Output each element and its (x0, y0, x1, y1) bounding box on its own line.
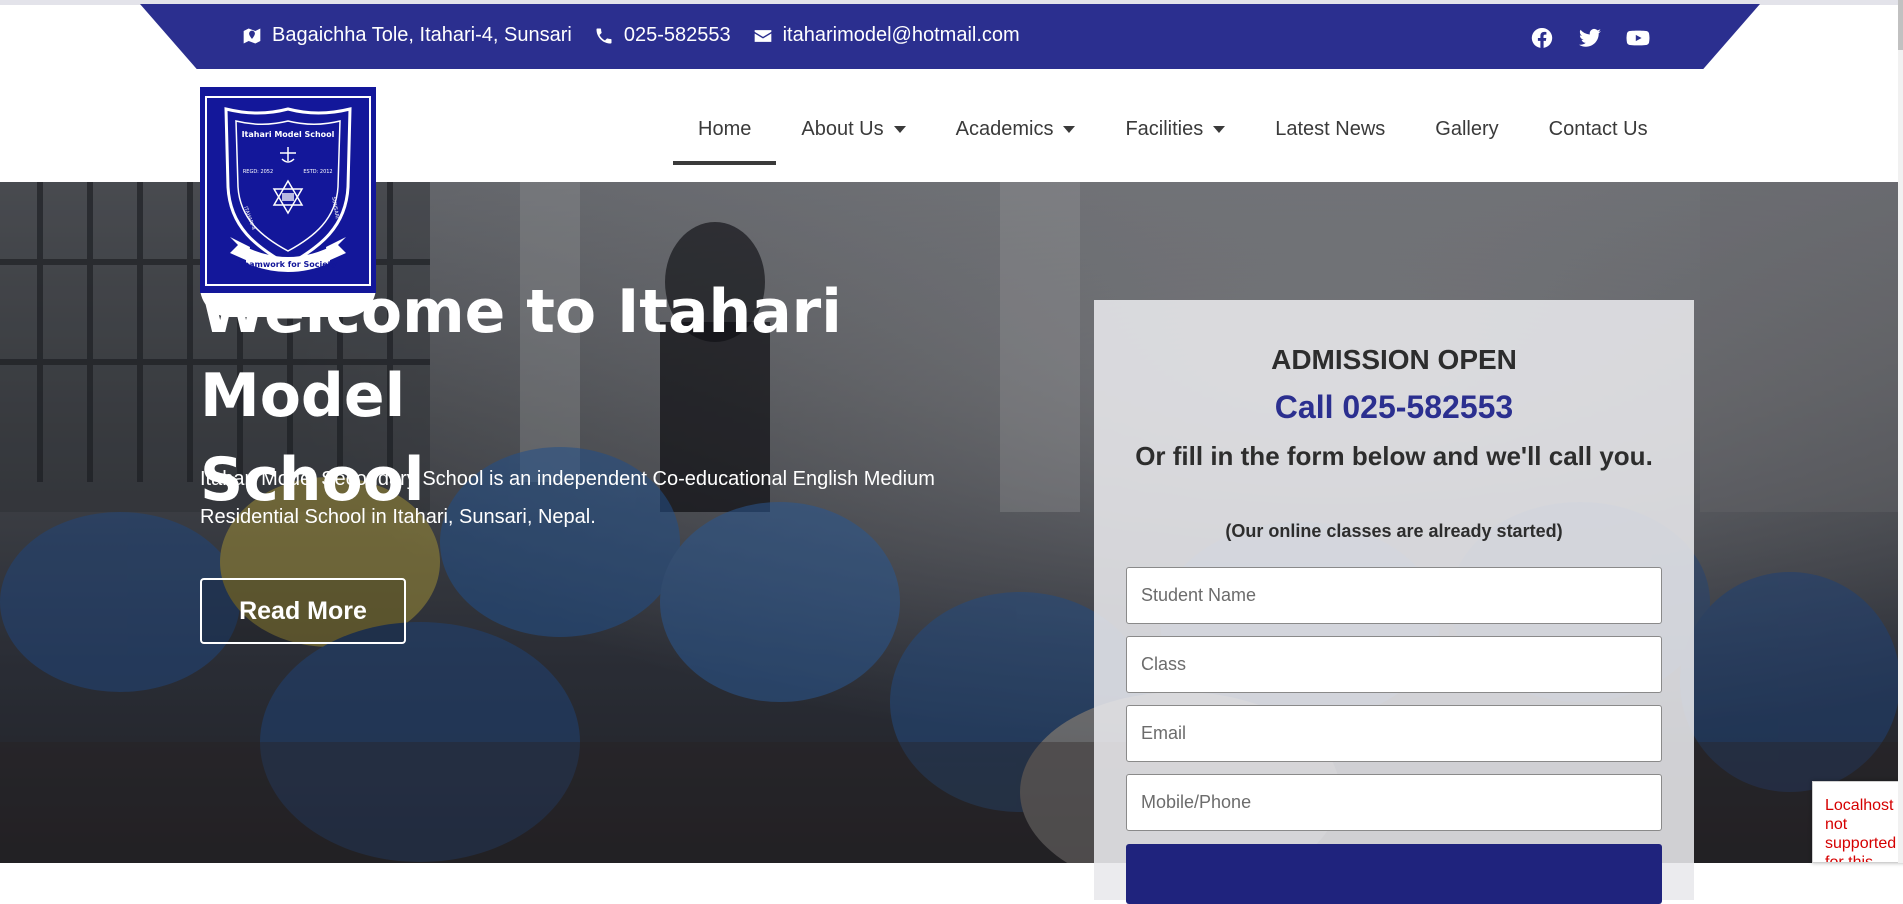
caret-down-icon (1213, 125, 1226, 133)
envelope-icon (754, 29, 771, 42)
nav-home-label: Home (698, 117, 752, 140)
admission-note: (Our online classes are already started) (1225, 521, 1563, 541)
admission-title: ADMISSION OPEN (1271, 344, 1517, 375)
phone-text: 025-582553 (623, 24, 731, 46)
admission-call[interactable]: Call 025-582553 (1094, 389, 1694, 426)
class-input[interactable] (1126, 636, 1662, 693)
nav-academics-label: Academics (955, 117, 1054, 140)
facebook-icon[interactable] (1530, 26, 1554, 50)
nav-facilities[interactable]: Facilities (1100, 109, 1250, 149)
svg-text:Itahari Model School: Itahari Model School (242, 130, 335, 139)
hero-description: Itahari Model Secondary School is an ind… (200, 468, 935, 528)
student-name-input[interactable] (1126, 567, 1662, 624)
top-info-bar: Bagaichha Tole, Itahari-4, Sunsari 025-5… (140, 4, 1760, 69)
map-marker-icon (243, 28, 261, 43)
address-text: Bagaichha Tole, Itahari-4, Sunsari (272, 24, 572, 46)
svg-text:REGD: 2052: REGD: 2052 (243, 169, 273, 175)
phone-icon (596, 28, 612, 43)
email-item[interactable]: itaharimodel@hotmail.com (753, 24, 1020, 47)
phone-item[interactable]: 025-582553 (594, 24, 731, 47)
twitter-icon[interactable] (1578, 26, 1602, 50)
admission-subtitle: Or fill in the form below and we'll call… (1135, 441, 1653, 471)
phone-input[interactable] (1126, 774, 1662, 831)
nav-gallery-label: Gallery (1435, 117, 1499, 140)
main-nav: Home About Us Academics Facilities Lates… (673, 109, 1673, 165)
school-logo[interactable]: Itahari Model School REGD: 2052 ESTD: 20… (200, 69, 376, 317)
nav-contact-us[interactable]: Contact Us (1524, 109, 1673, 149)
read-more-button[interactable]: Read More (200, 578, 406, 644)
nav-latest-news-label: Latest News (1275, 117, 1386, 140)
contact-info: Bagaichha Tole, Itahari-4, Sunsari 025-5… (242, 24, 1020, 47)
social-links (1530, 26, 1650, 50)
caret-down-icon (1063, 125, 1076, 133)
scrollbar[interactable] (1898, 0, 1903, 863)
nav-about-us[interactable]: About Us (776, 109, 930, 149)
nav-about-us-label: About Us (801, 117, 884, 140)
scroll-thumb[interactable] (1898, 0, 1903, 50)
nav-home[interactable]: Home (673, 109, 777, 165)
address-item: Bagaichha Tole, Itahari-4, Sunsari (242, 24, 572, 47)
nav-gallery[interactable]: Gallery (1410, 109, 1523, 149)
recaptcha-badge[interactable]: Localhost is not supported for this site… (1812, 781, 1903, 863)
svg-text:ESTD: 2012: ESTD: 2012 (303, 169, 332, 175)
email-text: itaharimodel@hotmail.com (782, 24, 1020, 46)
logo-emblem: Itahari Model School REGD: 2052 ESTD: 20… (200, 87, 376, 293)
nav-contact-us-label: Contact Us (1548, 117, 1648, 140)
youtube-icon[interactable] (1626, 26, 1650, 50)
email-input[interactable] (1126, 705, 1662, 762)
nav-facilities-label: Facilities (1125, 117, 1204, 140)
school-crest-icon: Itahari Model School REGD: 2052 ESTD: 20… (205, 96, 371, 286)
svg-text:Teamwork for Society: Teamwork for Society (239, 260, 337, 269)
svg-text:SUNSARI: SUNSARI (330, 196, 340, 219)
nav-academics[interactable]: Academics (931, 109, 1101, 149)
caret-down-icon (893, 125, 906, 133)
submit-button[interactable] (1126, 844, 1662, 904)
nav-latest-news[interactable]: Latest News (1250, 109, 1410, 149)
admission-form: ADMISSION OPEN Call 025-582553 Or fill i… (1094, 300, 1694, 904)
svg-text:ITAHARI-4: ITAHARI-4 (242, 206, 256, 231)
